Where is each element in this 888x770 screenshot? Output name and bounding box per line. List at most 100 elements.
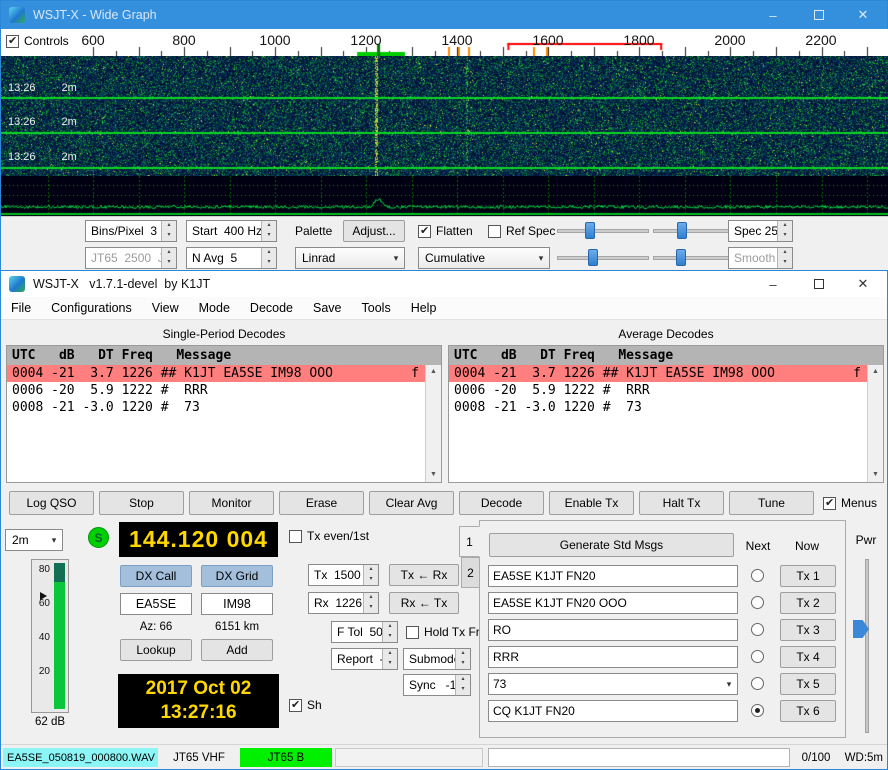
tx-even-checkbox[interactable]: Tx even/1st xyxy=(289,529,369,543)
generate-std-msgs-button[interactable]: Generate Std Msgs xyxy=(489,533,734,557)
tx1-button[interactable]: Tx 1 xyxy=(780,565,836,587)
spinner-arrows-icon[interactable]: ▴▾ xyxy=(777,221,792,241)
minimize-icon[interactable]: – xyxy=(751,1,795,29)
tx6-message-field[interactable] xyxy=(488,700,738,722)
scroll-down-icon[interactable]: ▼ xyxy=(426,468,441,482)
main-titlebar[interactable]: WSJT-X v1.7.1-devel by K1JT – ✕ xyxy=(1,271,887,297)
menus-checkbox[interactable]: Menus xyxy=(823,496,877,510)
decode-row[interactable]: 0006 -20 5.9 1222 # RRR xyxy=(7,382,441,399)
decode-row[interactable]: 0006 -20 5.9 1222 # RRR xyxy=(449,382,883,399)
close-icon[interactable]: ✕ xyxy=(841,271,885,297)
submode-spinner[interactable]: Submode B ▴▾ xyxy=(403,648,471,670)
report-spinner[interactable]: Report -15 ▴▾ xyxy=(331,648,398,670)
bins-per-pixel-spinner[interactable]: Bins/Pixel 3 ▴▾ xyxy=(85,220,177,242)
tx5-message-combo[interactable]: 73 ▾ xyxy=(488,673,738,695)
tx2-message-field[interactable] xyxy=(488,592,738,614)
spinner-arrows-icon[interactable]: ▴▾ xyxy=(261,221,276,241)
dx-grid-field[interactable] xyxy=(201,593,273,615)
rx-freq-spinner[interactable]: Rx 1226 Hz ▴▾ xyxy=(308,592,379,614)
maximize-icon[interactable] xyxy=(797,271,841,297)
smooth-spinner[interactable]: Smooth 4 ▴▾ xyxy=(728,247,793,269)
spec-percent-spinner[interactable]: Spec 25 % ▴▾ xyxy=(728,220,793,242)
tx4-radio[interactable] xyxy=(751,650,764,663)
log-qso-button[interactable]: Log QSO xyxy=(9,491,94,515)
spinner-arrows-icon[interactable]: ▴▾ xyxy=(777,248,792,268)
band-combobox[interactable]: 2m ▾ xyxy=(5,529,63,551)
scroll-down-icon[interactable]: ▼ xyxy=(868,468,883,482)
tab-1[interactable]: 1 xyxy=(459,526,480,557)
tx6-button[interactable]: Tx 6 xyxy=(780,700,836,722)
spectrum-gain-slider[interactable] xyxy=(557,247,649,269)
spinner-arrows-icon[interactable]: ▴▾ xyxy=(382,622,397,642)
tx1-message-field[interactable] xyxy=(488,565,738,587)
spinner-arrows-icon[interactable]: ▴▾ xyxy=(455,649,470,669)
enable-tx-button[interactable]: Enable Tx xyxy=(549,491,634,515)
spinner-arrows-icon[interactable]: ▴▾ xyxy=(363,565,378,585)
maximize-icon[interactable] xyxy=(797,1,841,29)
flatten-checkbox[interactable]: Flatten xyxy=(418,224,473,238)
monitor-button[interactable]: Monitor xyxy=(189,491,274,515)
slider-handle[interactable] xyxy=(585,222,595,239)
tune-button[interactable]: Tune xyxy=(729,491,814,515)
waterfall-canvas[interactable] xyxy=(1,56,888,176)
tx3-button[interactable]: Tx 3 xyxy=(780,619,836,641)
wide-graph-titlebar[interactable]: WSJT-X - Wide Graph – ✕ xyxy=(1,1,887,29)
scroll-up-icon[interactable]: ▲ xyxy=(868,365,883,379)
tx3-radio[interactable] xyxy=(751,623,764,636)
tx-freq-spinner[interactable]: Tx 1500 Hz ▴▾ xyxy=(308,564,379,586)
decode-row[interactable]: 0008 -21 -3.0 1220 # 73 xyxy=(7,399,441,416)
controls-checkbox[interactable]: Controls xyxy=(6,34,73,48)
decode-row[interactable]: 0004 -21 3.7 1226 ## K1JT EA5SE IM98 OOO… xyxy=(449,365,883,382)
tx4-message-field[interactable] xyxy=(488,646,738,668)
dx-grid-button[interactable]: DX Grid xyxy=(201,565,273,587)
frequency-scale[interactable]: 600 800 1000 1200 1400 1600 1800 2000 22… xyxy=(1,29,888,56)
tx4-button[interactable]: Tx 4 xyxy=(780,646,836,668)
f-tol-spinner[interactable]: F Tol 50 ▴▾ xyxy=(331,621,398,643)
menu-mode[interactable]: Mode xyxy=(189,297,240,320)
menu-help[interactable]: Help xyxy=(401,297,447,320)
ref-spec-checkbox[interactable]: Ref Spec xyxy=(488,224,555,238)
sh-checkbox[interactable]: Sh xyxy=(289,698,322,712)
waterfall-gain-slider[interactable] xyxy=(557,220,649,242)
palette-combobox[interactable]: Linrad ▾ xyxy=(295,247,405,269)
lookup-button[interactable]: Lookup xyxy=(120,639,192,661)
close-icon[interactable]: ✕ xyxy=(841,1,885,29)
erase-button[interactable]: Erase xyxy=(279,491,364,515)
scrollbar[interactable]: ▲ ▼ xyxy=(425,365,441,482)
waterfall[interactable]: 13:262m 13:262m 13:262m xyxy=(1,56,888,176)
halt-tx-button[interactable]: Halt Tx xyxy=(639,491,724,515)
tab-2[interactable]: 2 xyxy=(461,557,480,588)
decode-button[interactable]: Decode xyxy=(459,491,544,515)
tx3-message-field[interactable] xyxy=(488,619,738,641)
spinner-arrows-icon[interactable]: ▴▾ xyxy=(261,248,276,268)
menu-view[interactable]: View xyxy=(142,297,189,320)
tx1-radio[interactable] xyxy=(751,569,764,582)
spinner-arrows-icon[interactable]: ▴▾ xyxy=(161,248,176,268)
adjust-button[interactable]: Adjust... xyxy=(343,220,405,242)
spinner-arrows-icon[interactable]: ▴▾ xyxy=(161,221,176,241)
tx-from-rx-button[interactable]: Tx ← Rx xyxy=(389,564,459,586)
spinner-arrows-icon[interactable]: ▴▾ xyxy=(382,649,397,669)
decode-row[interactable]: 0004 -21 3.7 1226 ## K1JT EA5SE IM98 OOO… xyxy=(7,365,441,382)
start-freq-spinner[interactable]: Start 400 Hz ▴▾ xyxy=(186,220,277,242)
tx2-button[interactable]: Tx 2 xyxy=(780,592,836,614)
pwr-slider-track[interactable] xyxy=(865,559,869,733)
menu-configurations[interactable]: Configurations xyxy=(41,297,142,320)
menu-tools[interactable]: Tools xyxy=(352,297,401,320)
n-avg-spinner[interactable]: N Avg 5 ▴▾ xyxy=(186,247,277,269)
tx5-button[interactable]: Tx 5 xyxy=(780,673,836,695)
menu-save[interactable]: Save xyxy=(303,297,352,320)
tx6-radio[interactable] xyxy=(751,704,764,717)
slider-handle[interactable] xyxy=(588,249,598,266)
menu-file[interactable]: File xyxy=(1,297,41,320)
spectrum-type-combobox[interactable]: Cumulative ▾ xyxy=(418,247,550,269)
jt65-jt9-split-spinner[interactable]: JT65 2500 JT9 ▴▾ xyxy=(85,247,177,269)
add-button[interactable]: Add xyxy=(201,639,273,661)
slider-handle[interactable] xyxy=(677,222,687,239)
spinner-arrows-icon[interactable]: ▴▾ xyxy=(455,675,470,695)
decode-row[interactable]: 0008 -21 -3.0 1220 # 73 xyxy=(449,399,883,416)
dx-call-button[interactable]: DX Call xyxy=(120,565,192,587)
menu-decode[interactable]: Decode xyxy=(240,297,303,320)
slider-handle[interactable] xyxy=(676,249,686,266)
scrollbar[interactable]: ▲ ▼ xyxy=(867,365,883,482)
